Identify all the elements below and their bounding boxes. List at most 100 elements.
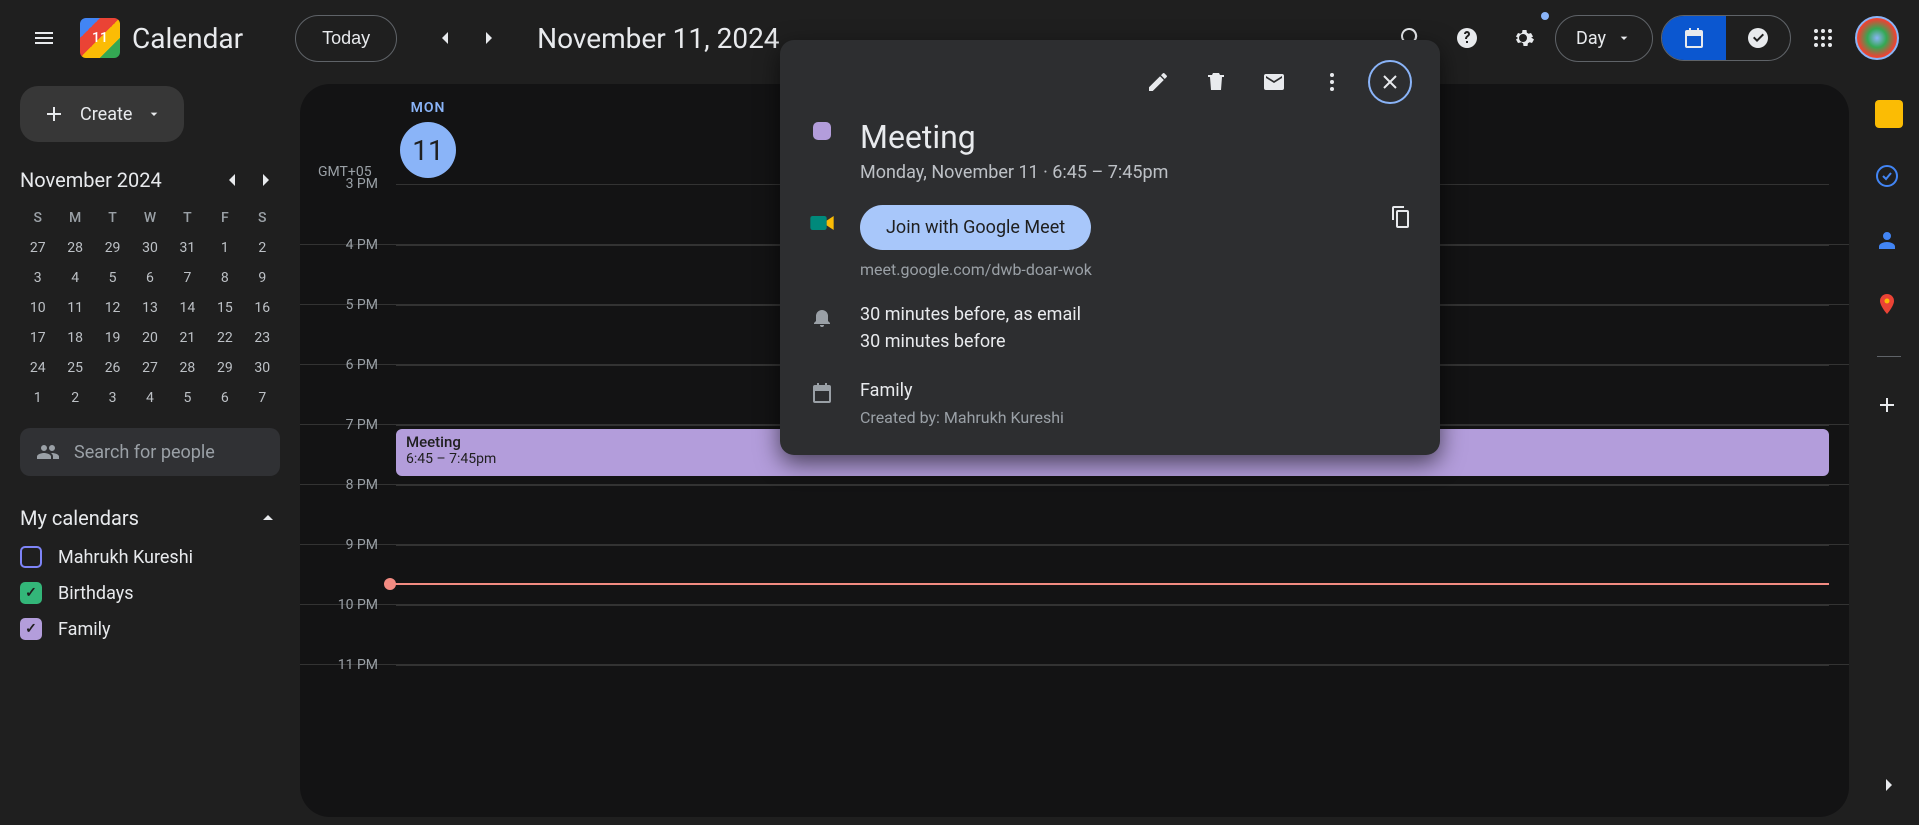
- minical-day[interactable]: 7: [245, 384, 280, 412]
- minical-day[interactable]: 5: [170, 384, 205, 412]
- minical-day[interactable]: 30: [132, 234, 167, 262]
- calendar-item[interactable]: Birthdays: [20, 582, 280, 604]
- prev-day-button[interactable]: [425, 18, 465, 58]
- calendar-checkbox[interactable]: [20, 618, 42, 640]
- view-selector[interactable]: Day: [1555, 15, 1653, 62]
- minical-day[interactable]: 24: [20, 354, 55, 382]
- minical-day[interactable]: 22: [207, 324, 242, 352]
- calendar-tasks-toggle: [1661, 15, 1791, 61]
- hour-row[interactable]: 8 PM: [300, 484, 1849, 544]
- create-button[interactable]: Create: [20, 86, 184, 142]
- support-button[interactable]: [1443, 14, 1491, 62]
- minical-day[interactable]: 19: [95, 324, 130, 352]
- next-day-button[interactable]: [469, 18, 509, 58]
- minical-day[interactable]: 13: [132, 294, 167, 322]
- close-popup-button[interactable]: [1368, 60, 1412, 104]
- minical-day[interactable]: 11: [57, 294, 92, 322]
- my-calendars-toggle[interactable]: My calendars: [20, 506, 280, 530]
- minical-day[interactable]: 3: [95, 384, 130, 412]
- more-vert-icon: [1320, 70, 1344, 94]
- minical-day[interactable]: 12: [95, 294, 130, 322]
- hour-label: 10 PM: [318, 597, 378, 613]
- calendar-mode-button[interactable]: [1662, 16, 1726, 60]
- minical-day[interactable]: 29: [207, 354, 242, 382]
- gear-icon: [1511, 26, 1535, 50]
- minical-day[interactable]: 30: [245, 354, 280, 382]
- hour-label: 11 PM: [318, 657, 378, 673]
- minical-day[interactable]: 20: [132, 324, 167, 352]
- minical-day[interactable]: 6: [132, 264, 167, 292]
- minical-day[interactable]: 15: [207, 294, 242, 322]
- minical-day[interactable]: 2: [245, 234, 280, 262]
- tasks-mode-button[interactable]: [1726, 16, 1790, 60]
- minical-day[interactable]: 14: [170, 294, 205, 322]
- minical-day[interactable]: 28: [57, 234, 92, 262]
- minical-day[interactable]: 26: [95, 354, 130, 382]
- calendar-checkbox[interactable]: [20, 546, 42, 568]
- minical-day[interactable]: 2: [57, 384, 92, 412]
- today-button[interactable]: Today: [295, 15, 397, 62]
- minical-day[interactable]: 25: [57, 354, 92, 382]
- minical-day[interactable]: 9: [245, 264, 280, 292]
- pencil-icon: [1146, 70, 1170, 94]
- minical-day[interactable]: 8: [207, 264, 242, 292]
- edit-event-button[interactable]: [1136, 60, 1180, 104]
- hour-row[interactable]: 10 PM: [300, 604, 1849, 664]
- minical-day[interactable]: 1: [20, 384, 55, 412]
- hour-row[interactable]: 11 PM: [300, 664, 1849, 724]
- minical-day[interactable]: 28: [170, 354, 205, 382]
- event-popup: Meeting Monday, November 11 · 6:45 – 7:4…: [780, 40, 1440, 455]
- minical-day[interactable]: 3: [20, 264, 55, 292]
- calendar-item[interactable]: Mahrukh Kureshi: [20, 546, 280, 568]
- show-side-panel-button[interactable]: [1869, 765, 1909, 805]
- search-people-input[interactable]: Search for people: [20, 428, 280, 476]
- minical-day[interactable]: 1: [207, 234, 242, 262]
- maps-app-button[interactable]: [1875, 292, 1903, 320]
- my-calendars-list: Mahrukh Kureshi Birthdays Family: [20, 546, 280, 640]
- account-avatar[interactable]: [1855, 16, 1899, 60]
- main-menu-button[interactable]: [20, 14, 68, 62]
- google-apps-button[interactable]: [1799, 14, 1847, 62]
- minical-day[interactable]: 17: [20, 324, 55, 352]
- settings-button[interactable]: [1499, 14, 1547, 62]
- apps-grid-icon: [1811, 26, 1835, 50]
- delete-event-button[interactable]: [1194, 60, 1238, 104]
- hour-label: 3 PM: [318, 176, 378, 192]
- email-guests-button[interactable]: [1252, 60, 1296, 104]
- minical-day[interactable]: 7: [170, 264, 205, 292]
- minical-day[interactable]: 18: [57, 324, 92, 352]
- get-addons-button[interactable]: [1875, 393, 1903, 421]
- hour-label: 6 PM: [318, 357, 378, 373]
- minical-day[interactable]: 4: [57, 264, 92, 292]
- minical-day[interactable]: 29: [95, 234, 130, 262]
- minical-dow: S: [245, 204, 280, 232]
- minical-day[interactable]: 31: [170, 234, 205, 262]
- contacts-app-button[interactable]: [1875, 228, 1903, 256]
- caret-down-icon: [1616, 30, 1632, 46]
- minical-day[interactable]: 10: [20, 294, 55, 322]
- tasks-app-button[interactable]: [1875, 164, 1903, 192]
- view-label: Day: [1576, 28, 1606, 49]
- minical-day[interactable]: 27: [20, 234, 55, 262]
- minical-day[interactable]: 23: [245, 324, 280, 352]
- minical-day[interactable]: 5: [95, 264, 130, 292]
- minical-day[interactable]: 4: [132, 384, 167, 412]
- logo-block: 11 Calendar: [80, 18, 243, 58]
- minical-dow: S: [20, 204, 55, 232]
- minical-day[interactable]: 16: [245, 294, 280, 322]
- calendar-item[interactable]: Family: [20, 618, 280, 640]
- calendar-checkbox[interactable]: [20, 582, 42, 604]
- menu-icon: [32, 26, 56, 50]
- join-meet-button[interactable]: Join with Google Meet: [860, 205, 1091, 250]
- options-button[interactable]: [1310, 60, 1354, 104]
- hour-row[interactable]: 9 PM: [300, 544, 1849, 604]
- minical-next[interactable]: [252, 166, 280, 194]
- minical-day[interactable]: 21: [170, 324, 205, 352]
- copy-link-button[interactable]: [1388, 205, 1412, 233]
- minical-day[interactable]: 27: [132, 354, 167, 382]
- popup-event-title: Meeting: [860, 118, 1168, 156]
- minical-prev[interactable]: [218, 166, 246, 194]
- day-number[interactable]: 11: [400, 122, 456, 178]
- keep-app-button[interactable]: [1875, 100, 1903, 128]
- minical-day[interactable]: 6: [207, 384, 242, 412]
